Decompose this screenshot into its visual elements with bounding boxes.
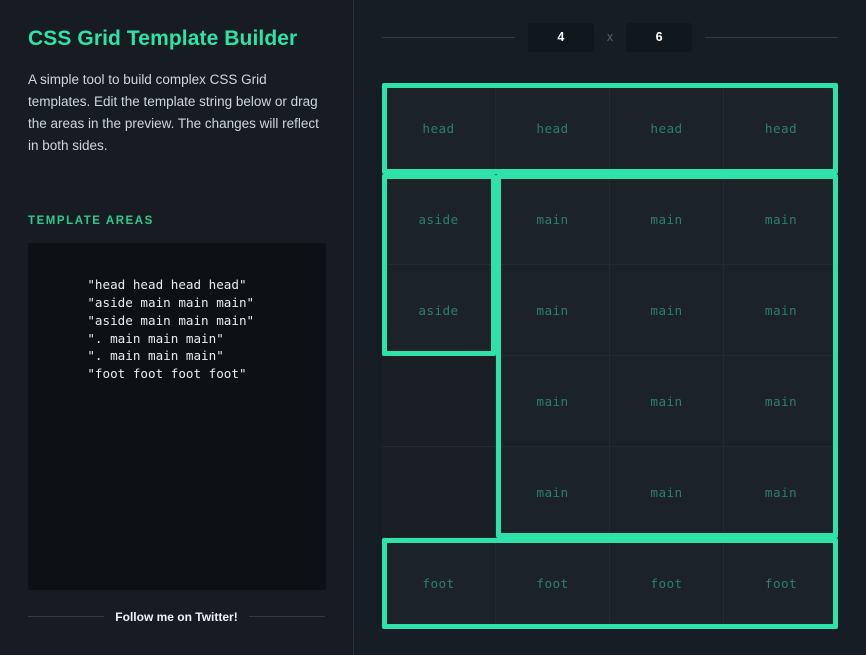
grid-preview: head head head head aside main main main aside ma… <box>382 83 838 629</box>
grid-area-aside[interactable] <box>382 174 496 356</box>
dimension-divider-right <box>705 36 838 38</box>
app-description: A simple tool to build complex CSS Grid … <box>28 72 319 154</box>
grid-area-main[interactable] <box>496 174 838 538</box>
twitter-follow-link[interactable]: Follow me on Twitter! <box>115 610 237 624</box>
dimension-separator: x <box>606 30 614 44</box>
footer-divider-left <box>28 616 105 618</box>
grid-area-foot[interactable] <box>382 538 838 629</box>
dimension-controls: x <box>354 0 866 74</box>
preview-panel: x headheadheadheadasidemainmainmainaside… <box>354 0 866 655</box>
grid-cell-empty[interactable] <box>382 356 496 447</box>
template-areas-input[interactable] <box>28 243 326 591</box>
page-title: CSS Grid Template Builder <box>28 27 298 50</box>
sidebar: CSS Grid Template Builder A simple tool … <box>0 0 354 655</box>
footer-rule: Follow me on Twitter! <box>28 610 325 624</box>
dimension-divider-left <box>382 36 515 38</box>
rows-input[interactable] <box>626 22 693 52</box>
columns-input[interactable] <box>527 22 594 52</box>
grid-cell-empty[interactable] <box>382 447 496 538</box>
sidebar-footer: Follow me on Twitter! <box>28 590 325 655</box>
footer-divider-right <box>248 616 325 618</box>
template-areas-heading: TEMPLATE AREAS <box>28 215 154 228</box>
grid-area-head[interactable] <box>382 83 838 174</box>
app-root: CSS Grid Template Builder A simple tool … <box>0 0 866 655</box>
